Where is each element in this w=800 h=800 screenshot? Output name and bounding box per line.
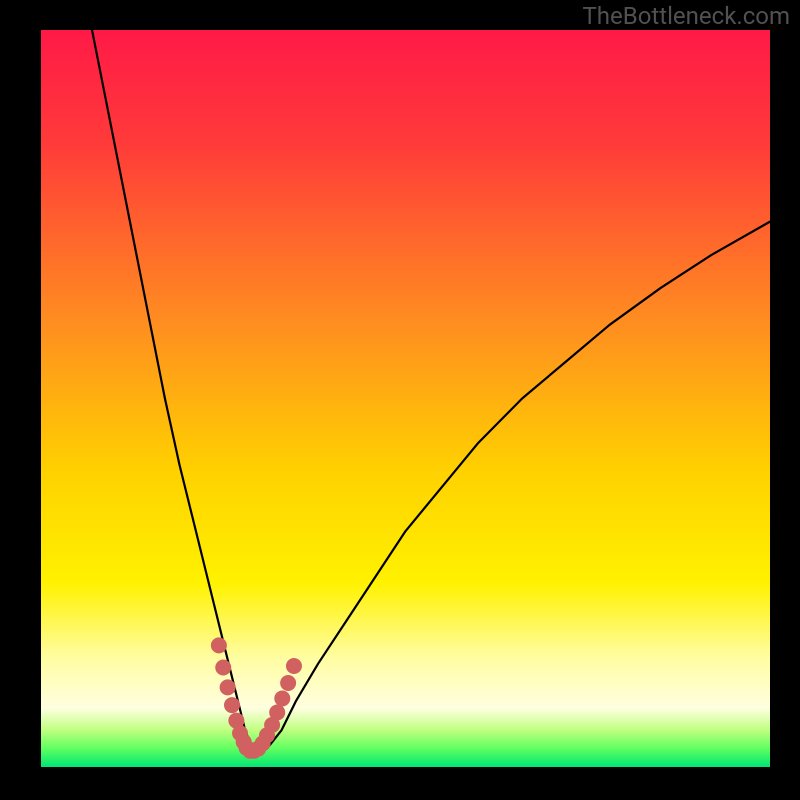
valley-dot [215,660,231,676]
valley-dot [220,679,236,695]
watermark-text: TheBottleneck.com [582,2,790,30]
valley-dot [211,637,227,653]
valley-dot [224,697,240,713]
valley-dot [286,658,302,674]
chart-container: TheBottleneck.com [0,0,800,800]
curve-overlay [41,30,770,767]
bottleneck-curve [92,30,770,752]
valley-dot [274,690,290,706]
valley-dot [269,704,285,720]
plot-area [41,30,770,767]
valley-dot [280,675,296,691]
